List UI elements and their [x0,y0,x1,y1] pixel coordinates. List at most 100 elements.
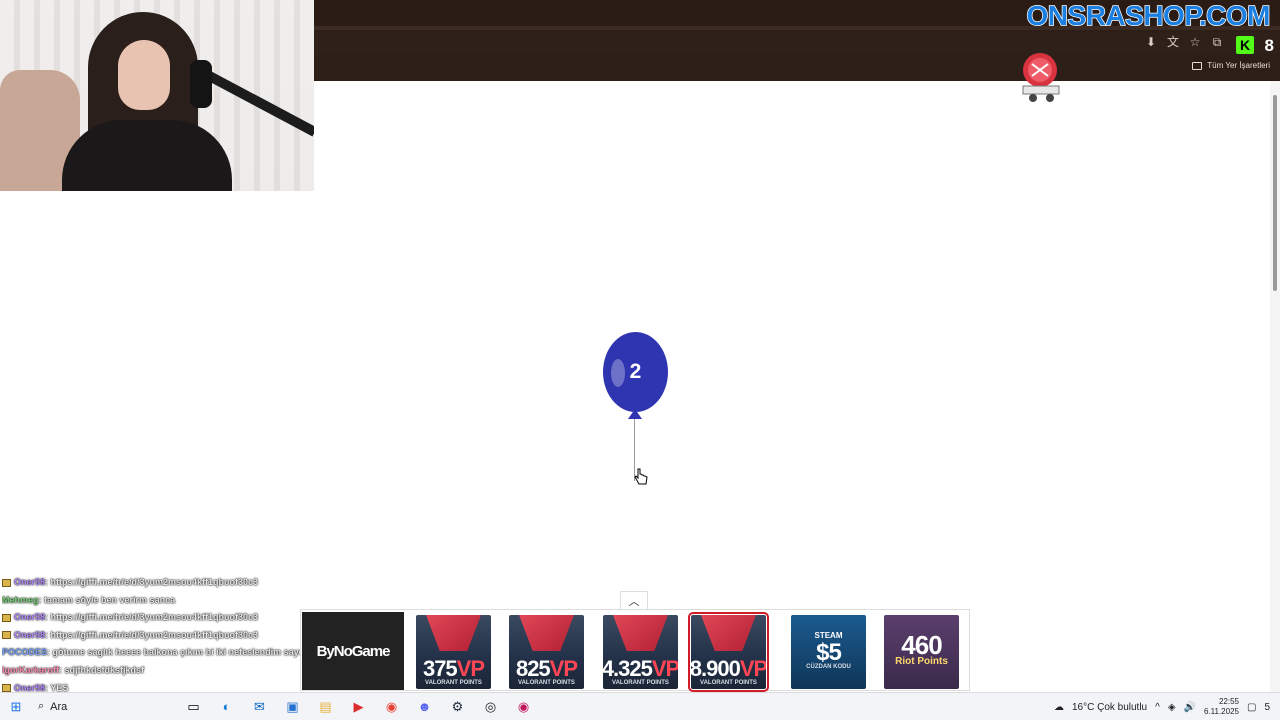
tray-overflow-icon[interactable]: ^ [1155,702,1160,713]
chat-username: Mehmeg [2,594,39,605]
card-amount-value: 4.325 [603,656,653,681]
page-scrollbar[interactable] [1270,81,1280,692]
card-amount-value: 375 [422,656,458,681]
hand-cursor-icon [634,468,648,485]
card-subtitle: Riot Points [895,656,948,667]
onsrashop-logo: ONSRASHOP.COM [1026,0,1271,32]
product-card-4325vp[interactable]: 4.325VP VALORANT POINTS [603,615,678,689]
card-amount-value: 8.900 [691,656,741,681]
toolbar-icons: ⬇ 文 ☆ ⧉ [1143,34,1225,50]
obs-icon[interactable]: ◎ [474,693,507,720]
balloon-knot [628,409,642,419]
all-bookmarks-button[interactable]: Tüm Yer İşaretleri [1192,61,1270,70]
bookmark-star-icon[interactable]: ☆ [1187,34,1203,50]
chat-message: IgorKarkaroff: sdjfhkdsfdksfjkdsf [2,662,332,680]
stream-screen: ⬇ 文 ☆ ⧉ K 8 Tüm Yer İşaretleri ONSRASHOP… [0,0,1280,720]
card-unit: VP [651,656,678,681]
chat-text: : https://giffi.me/tr/e/d/3yum2msou4kff1… [45,612,259,623]
edge-icon[interactable]: ◐ [210,693,243,720]
clock[interactable]: 22:55 6.11.2025 [1204,697,1239,717]
volume-icon[interactable]: 🔊 [1184,702,1196,713]
chat-username: Oner58 [14,612,46,623]
steam-icon[interactable]: ⚙ [441,693,474,720]
webcam-overlay [0,0,314,191]
all-bookmarks-label: Tüm Yer İşaretleri [1207,61,1270,70]
translate-icon[interactable]: 文 [1165,34,1181,50]
product-card-375vp[interactable]: 375VP VALORANT POINTS [416,615,491,689]
weather-text[interactable]: 16°C Çok bulutlu [1072,702,1147,713]
discord-icon[interactable]: ☻ [408,693,441,720]
notifications-icon[interactable]: ▢ [1247,702,1256,713]
card-subtitle: VALORANT POINTS [612,680,669,686]
kick-extension-icon[interactable]: K [1236,36,1254,54]
windows-start-icon[interactable]: ⊞ [0,693,32,720]
chat-message: Mehmeg: tamam söyle ben verirm sanca [2,592,332,610]
search-placeholder: Ara [50,700,68,713]
folder-icon [1192,61,1203,70]
card-subtitle: VALORANT POINTS [518,680,575,686]
install-app-icon[interactable]: ⬇ [1143,34,1159,50]
media-player-icon[interactable]: ▶ [342,693,375,720]
product-card-8900vp[interactable]: 8.900VP VALORANT POINTS [688,612,769,692]
system-tray: ☁ 16°C Çok bulutlu ^ ◈ 🔊 22:55 6.11.2025… [1054,693,1280,720]
chat-username: POCODES [2,647,48,658]
sub-badge-icon [2,578,11,587]
card-unit: VP [739,656,766,681]
product-bar-collapse-button[interactable]: ︿ [620,591,648,609]
product-card-steam-5[interactable]: STEAM $5 CÜZDAN KODU [791,615,866,689]
chat-message: Oner58: https://giffi.me/tr/e/d/3yum2mso… [2,627,332,645]
sub-badge-icon [2,613,11,622]
extension-badge[interactable]: 8 [1265,36,1274,56]
chevron-up-icon: ︿ [628,595,640,608]
card-subtitle: VALORANT POINTS [700,680,757,686]
chrome-icon[interactable]: ◉ [375,693,408,720]
card-amount: 375VP [422,656,485,681]
sub-badge-icon [2,684,11,693]
scrollbar-thumb[interactable] [1273,95,1277,291]
clock-time: 22:55 [1218,697,1239,706]
microphone-icon [190,60,212,108]
taskbar-search[interactable]: ⌕ Ara [32,693,177,720]
card-amount: 4.325VP [603,658,678,680]
balloon[interactable]: 2 [603,332,668,412]
card-amount: 8.900VP [691,658,766,680]
clock-date: 6.11.2025 [1203,707,1239,716]
bynogame-logo[interactable]: ByNoGame [302,612,404,690]
chat-text: : https://giffi.me/tr/e/d/3yum2msou4kff1… [45,577,259,587]
store-icon[interactable]: ▣ [276,693,309,720]
chat-username: Oner58 [14,629,46,640]
shopping-cart-icon [1022,53,1060,102]
product-card-825vp[interactable]: 825VP VALORANT POINTS [509,615,584,689]
chat-text: : sdjfhkdsfdksfjkdsf [59,664,145,675]
card-unit: VP [456,656,485,681]
streamer-face [118,40,170,110]
chat-message: Oner58: https://giffi.me/tr/e/d/3yum2mso… [2,574,332,592]
outlook-icon[interactable]: ✉ [243,693,276,720]
windows-taskbar: ⊞ ⌕ Ara ▭ ◐ ✉ ▣ ▤ ▶ ◉ ☻ ⚙ ◎ ◉ ☁ 16°C Çok… [0,692,1280,720]
task-view-icon[interactable]: ▭ [177,693,210,720]
file-explorer-icon[interactable]: ▤ [309,693,342,720]
card-subtitle: VALORANT POINTS [425,680,482,686]
card-amount-value: 825 [515,656,551,681]
notifications-count: 5 [1264,701,1270,713]
product-bar: ByNoGame 375VP VALORANT POINTS 825VP VAL… [300,609,970,692]
product-card-460rp[interactable]: 460 Riot Points [884,615,959,689]
search-icon: ⌕ [38,700,45,712]
balloon-shine [611,359,625,387]
streamer-body [62,120,232,191]
chat-text: : tamam söyle ben verirm sanca [38,594,176,605]
browser-active-icon[interactable]: ◉ [507,693,540,720]
extensions-icon[interactable]: ⧉ [1209,34,1225,50]
chat-message: POCODES: götume saglık heeee balkona çık… [2,644,332,662]
card-amount: 825VP [515,656,578,681]
chat-username: Oner58 [14,577,46,587]
chat-text: : götume saglık heeee balkona çıkım bi i… [47,647,310,658]
card-unit: VP [549,656,578,681]
sub-badge-icon [2,631,11,640]
network-icon[interactable]: ◈ [1168,702,1176,713]
address-bar[interactable] [314,32,1280,54]
card-subtitle: CÜZDAN KODU [806,664,851,670]
bookmarks-bar [314,56,1280,80]
chat-text: : https://giffi.me/tr/e/d/3yum2msou4kff1… [45,629,259,640]
chat-message: Oner58: https://giffi.me/tr/e/d/3yum2mso… [2,609,332,627]
